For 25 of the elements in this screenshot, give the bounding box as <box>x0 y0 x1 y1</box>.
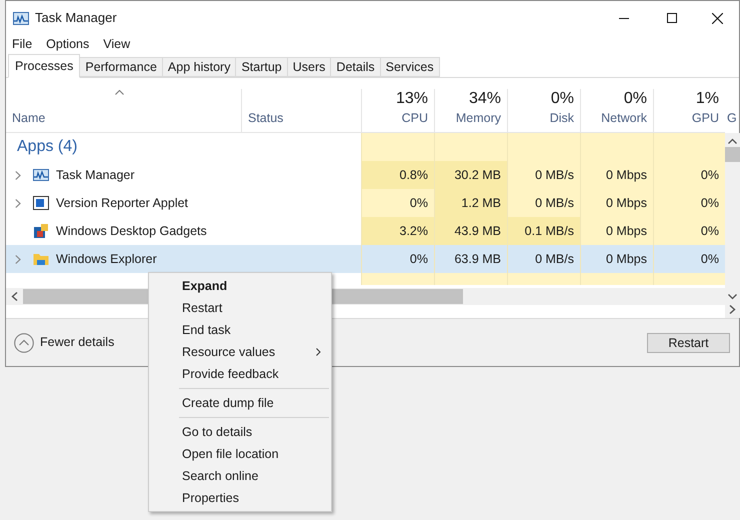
table-cell: 0.1 MB/s <box>507 217 580 245</box>
table-cell: 0 Mbps <box>580 189 653 217</box>
window-title: Task Manager <box>35 9 117 28</box>
table-cell: 0% <box>653 189 725 217</box>
table-cell: 3.2% <box>361 217 434 245</box>
process-name: Version Reporter Applet <box>56 194 188 212</box>
process-name: Task Manager <box>56 166 135 184</box>
column-total: 34% <box>468 90 501 108</box>
table-cell: 43.9 MB <box>434 217 507 245</box>
table-cell: 0 MB/s <box>507 189 580 217</box>
table-cell: 0 MB/s <box>507 161 580 189</box>
process-name: Windows Desktop Gadgets <box>56 222 207 240</box>
process-name: Windows Explorer <box>56 250 157 268</box>
column-total: 0% <box>550 90 574 108</box>
table-cell: 0.8% <box>361 161 434 189</box>
table-cell: 0% <box>361 189 434 217</box>
column-total: 0% <box>624 90 647 108</box>
table-cell: 0 Mbps <box>580 161 653 189</box>
column-total: 1% <box>696 90 719 108</box>
column-total: 13% <box>396 90 428 108</box>
table-cell: 0% <box>653 161 725 189</box>
table-cell: 0 Mbps <box>580 217 653 245</box>
table-cell: 30.2 MB <box>434 161 507 189</box>
table-cell: 1.2 MB <box>434 189 507 217</box>
table-cell: 0% <box>653 217 725 245</box>
